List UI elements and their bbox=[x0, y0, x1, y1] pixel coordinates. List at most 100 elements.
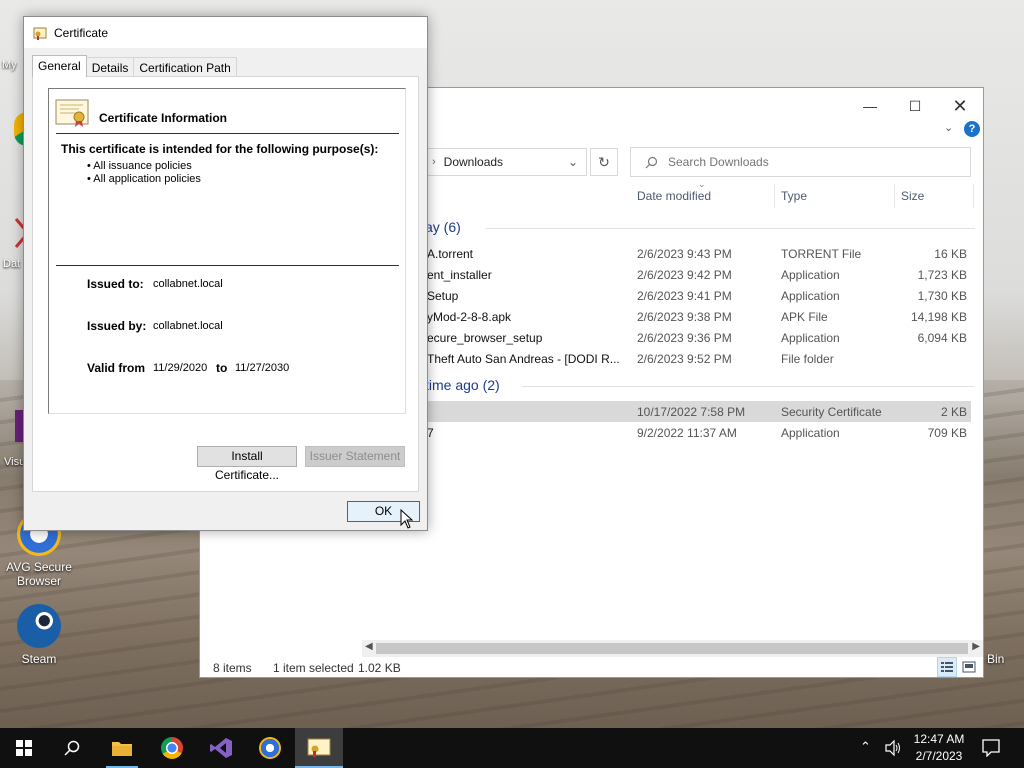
chrome-icon bbox=[161, 737, 183, 759]
file-date: 2/6/2023 9:43 PM bbox=[637, 247, 732, 261]
show-hidden-icons-button[interactable]: ⌃ bbox=[860, 739, 871, 755]
file-date: 10/17/2022 7:58 PM bbox=[637, 405, 746, 419]
column-divider[interactable] bbox=[894, 184, 895, 208]
horizontal-scrollbar[interactable]: ◀ ▶ bbox=[362, 640, 983, 657]
system-clock[interactable]: 12:47 AM 2/7/2023 bbox=[910, 731, 968, 765]
valid-to-label: to bbox=[216, 361, 228, 375]
minimize-button[interactable]: — bbox=[847, 94, 893, 118]
details-view-icon bbox=[941, 662, 953, 672]
file-size: 709 KB bbox=[927, 426, 967, 440]
certificate-info-title: Certificate Information bbox=[99, 111, 228, 125]
certificate-icon bbox=[33, 27, 47, 40]
file-row[interactable]: A.torrent 2/6/2023 9:43 PM TORRENT File … bbox=[425, 243, 971, 264]
volume-icon[interactable] bbox=[885, 740, 903, 756]
group-divider bbox=[485, 228, 975, 229]
close-button[interactable]: ✕ bbox=[937, 94, 983, 118]
search-box[interactable] bbox=[630, 147, 971, 177]
taskbar-file-explorer[interactable] bbox=[98, 728, 146, 768]
file-date: 2/6/2023 9:36 PM bbox=[637, 331, 732, 345]
file-row-selected[interactable]: 10/17/2022 7:58 PM Security Certificate … bbox=[425, 401, 971, 422]
status-selected: 1 item selected bbox=[273, 661, 354, 675]
search-button[interactable] bbox=[48, 728, 96, 768]
install-certificate-button[interactable]: Install Certificate... bbox=[197, 446, 297, 482]
status-item-count: 8 items bbox=[213, 661, 252, 675]
steam-desktop-icon[interactable]: Steam bbox=[1, 604, 77, 666]
taskbar-avg-browser[interactable] bbox=[246, 728, 294, 768]
issuer-statement-button: Issuer Statement bbox=[305, 446, 405, 467]
details-view-button[interactable] bbox=[937, 657, 957, 677]
certificate-icon bbox=[307, 738, 331, 757]
file-type: File folder bbox=[781, 352, 834, 366]
scrollbar-thumb[interactable] bbox=[376, 643, 968, 654]
folder-name: Theft Auto San Andreas - [DODI R... bbox=[427, 352, 620, 366]
tab-general[interactable]: General bbox=[32, 55, 87, 77]
scroll-right-icon[interactable]: ▶ bbox=[972, 641, 980, 652]
divider bbox=[56, 265, 399, 266]
file-name: Setup bbox=[427, 289, 459, 303]
search-icon bbox=[645, 156, 658, 168]
issued-to-label: Issued to: bbox=[87, 277, 144, 291]
tab-certification-path[interactable]: Certification Path bbox=[133, 57, 237, 77]
valid-to-value: 11/27/2030 bbox=[235, 362, 290, 374]
steam-label: Steam bbox=[21, 652, 57, 666]
file-size: 1,730 KB bbox=[917, 289, 967, 303]
certificate-dialog: Certificate General Details Certificatio… bbox=[23, 16, 428, 531]
column-header-size[interactable]: Size bbox=[901, 189, 924, 203]
dialog-tabs: General Details Certification Path bbox=[32, 55, 237, 77]
file-date: 2/6/2023 9:38 PM bbox=[637, 310, 732, 324]
large-icons-view-icon bbox=[962, 661, 976, 673]
notifications-icon[interactable] bbox=[982, 739, 1000, 757]
start-button[interactable] bbox=[0, 728, 48, 768]
taskbar: ⌃ 12:47 AM 2/7/2023 bbox=[0, 728, 1024, 768]
file-date: 2/6/2023 9:42 PM bbox=[637, 268, 732, 282]
file-size: 14,198 KB bbox=[910, 310, 967, 324]
ribbon-expand-icon[interactable]: ⌄ bbox=[944, 121, 953, 134]
taskbar-visual-studio[interactable] bbox=[197, 728, 245, 768]
recycle-bin-partial-label[interactable]: Bin bbox=[987, 652, 1004, 666]
tab-details[interactable]: Details bbox=[85, 57, 135, 77]
file-size: 1,723 KB bbox=[917, 268, 967, 282]
clock-date: 2/7/2023 bbox=[915, 749, 963, 763]
desktop-icon-partial-my[interactable]: My bbox=[2, 59, 17, 71]
help-icon[interactable]: ? bbox=[964, 121, 980, 137]
column-header-type[interactable]: Type bbox=[781, 189, 807, 203]
status-size: 1.02 KB bbox=[358, 661, 401, 675]
file-row[interactable]: ecure_browser_setup 2/6/2023 9:36 PM App… bbox=[425, 327, 971, 348]
avg-browser-icon bbox=[259, 737, 281, 759]
folder-row[interactable]: Theft Auto San Andreas - [DODI R... 2/6/… bbox=[425, 348, 971, 369]
refresh-button[interactable]: ↻ bbox=[590, 148, 618, 176]
file-name: ent_installer bbox=[427, 268, 492, 282]
taskbar-chrome[interactable] bbox=[148, 728, 196, 768]
file-date: 2/6/2023 9:52 PM bbox=[637, 352, 732, 366]
general-tab-panel: Certificate Information This certificate… bbox=[32, 76, 419, 492]
column-header-date[interactable]: Date modified bbox=[637, 189, 711, 203]
dialog-titlebar[interactable]: Certificate bbox=[24, 17, 427, 48]
search-input[interactable] bbox=[668, 155, 948, 169]
file-type: APK File bbox=[781, 310, 828, 324]
large-icons-view-button[interactable] bbox=[959, 657, 979, 677]
column-divider[interactable] bbox=[973, 184, 974, 208]
taskbar-certificate[interactable] bbox=[295, 728, 343, 768]
file-row[interactable]: Setup 2/6/2023 9:41 PM Application 1,730… bbox=[425, 285, 971, 306]
file-type: Application bbox=[781, 426, 840, 440]
mouse-cursor-icon bbox=[400, 509, 414, 529]
group-header-a-long-time-ago[interactable]: time ago (2) bbox=[425, 377, 500, 393]
file-size: 6,094 KB bbox=[917, 331, 967, 345]
purpose-heading: This certificate is intended for the fol… bbox=[61, 142, 379, 156]
file-name: 7 bbox=[427, 426, 434, 440]
file-row[interactable]: yMod-2-8-8.apk 2/6/2023 9:38 PM APK File… bbox=[425, 306, 971, 327]
file-type: TORRENT File bbox=[781, 247, 862, 261]
file-row[interactable]: ent_installer 2/6/2023 9:42 PM Applicati… bbox=[425, 264, 971, 285]
column-divider[interactable] bbox=[774, 184, 775, 208]
file-row[interactable]: 7 9/2/2022 11:37 AM Application 709 KB bbox=[425, 422, 971, 443]
maximize-button[interactable]: ☐ bbox=[892, 94, 938, 118]
address-dropdown-icon[interactable]: ⌄ bbox=[568, 155, 578, 169]
scroll-left-icon[interactable]: ◀ bbox=[365, 641, 373, 652]
visual-studio-icon bbox=[210, 738, 232, 758]
address-bar[interactable]: › Downloads ⌄ bbox=[425, 148, 587, 176]
desktop-icon-partial-dat[interactable]: Dat bbox=[3, 258, 20, 270]
file-type: Application bbox=[781, 331, 840, 345]
file-name: ecure_browser_setup bbox=[427, 331, 543, 345]
breadcrumb-downloads[interactable]: Downloads bbox=[444, 155, 503, 169]
group-header-today[interactable]: ay (6) bbox=[425, 219, 461, 235]
